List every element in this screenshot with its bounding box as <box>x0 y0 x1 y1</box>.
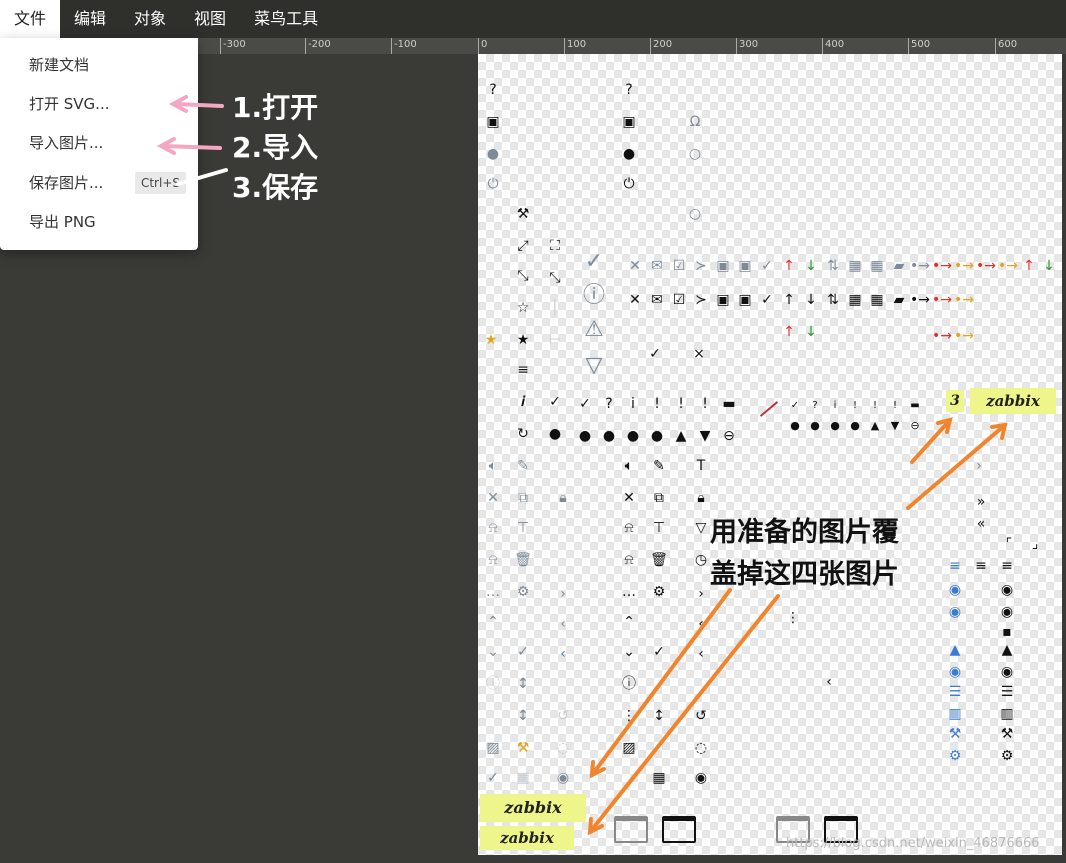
annotation-step-save: 3.保存 <box>232 171 319 204</box>
watermark: https://blog.csdn.net/weixin_46876666 <box>786 836 1040 851</box>
annotation-step-open: 1.打开 <box>232 91 319 124</box>
annotation-note-line1: 用准备的图片覆 <box>710 517 899 548</box>
arrow-to-logo-1 <box>910 418 952 464</box>
annotation-arrows <box>156 95 1008 836</box>
annotation-note-line2: 盖掉这四张图片 <box>710 559 899 590</box>
arrow-open <box>174 102 224 108</box>
arrow-to-logo-4 <box>588 594 780 834</box>
annotation-step-import: 2.导入 <box>232 131 319 164</box>
arrow-save <box>176 168 228 186</box>
arrow-import <box>162 144 222 150</box>
arrow-to-logo-2 <box>906 423 1007 510</box>
